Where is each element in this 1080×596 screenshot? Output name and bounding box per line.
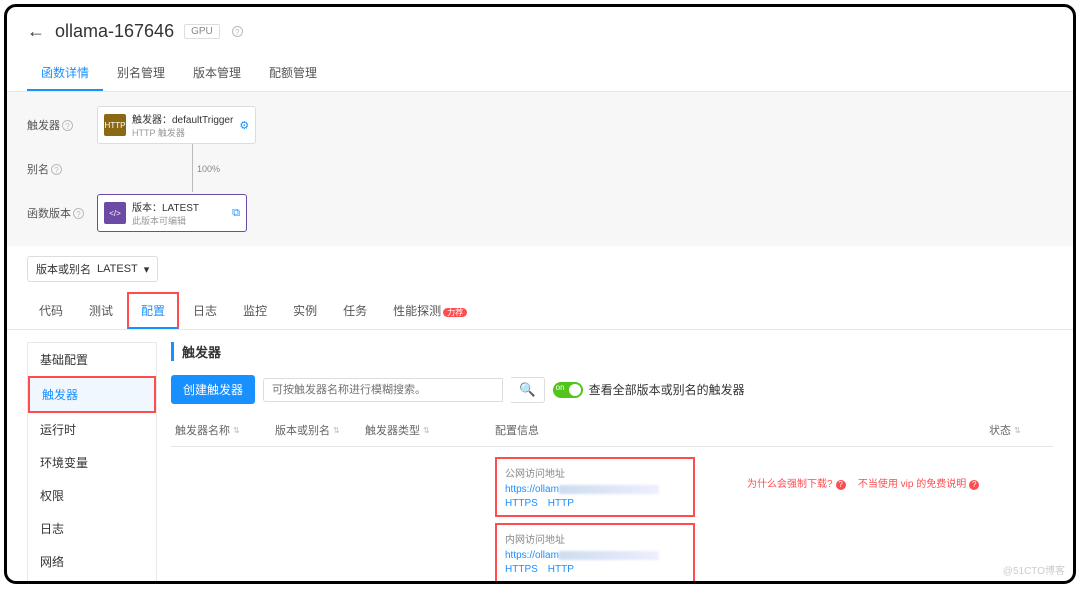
table-row: 公网访问地址 https://ollam HTTPS HTTP 内网访问地址 h… (171, 447, 1053, 584)
percentage-label: 100% (197, 164, 220, 174)
sort-icon[interactable]: ⇅ (333, 426, 340, 435)
sidebar-item-runtime[interactable]: 运行时 (28, 413, 156, 446)
tab-version-mgmt[interactable]: 版本管理 (179, 56, 255, 91)
new-badge: 力荐 (443, 308, 467, 317)
sidebar-item-basic[interactable]: 基础配置 (28, 343, 156, 376)
show-all-toggle[interactable]: 查看全部版本或别名的触发器 (553, 381, 745, 398)
search-button[interactable]: 🔍 (511, 377, 545, 403)
trigger-node-title: 触发器：defaultTrigger (132, 111, 233, 126)
subtab-monitor[interactable]: 监控 (231, 294, 279, 327)
trigger-label: 触发器 (27, 120, 60, 132)
intranet-url-box: 内网访问地址 https://ollam HTTPS HTTP (495, 523, 695, 583)
tab-alias-mgmt[interactable]: 别名管理 (103, 56, 179, 91)
proto-http[interactable]: HTTP (548, 564, 574, 575)
trigger-node-sub: HTTP 触发器 (132, 126, 233, 139)
subtab-instance[interactable]: 实例 (281, 294, 329, 327)
version-selector[interactable]: 版本或别名 LATEST ▾ (27, 256, 158, 282)
sidebar-item-log[interactable]: 日志 (28, 512, 156, 545)
http-icon: HTTP (104, 114, 126, 136)
search-input[interactable] (263, 378, 503, 402)
intranet-url-link[interactable]: https://ollam (505, 550, 559, 561)
sidebar-item-perm[interactable]: 权限 (28, 479, 156, 512)
sort-icon[interactable]: ⇅ (1014, 426, 1021, 435)
code-icon: </> (104, 202, 126, 224)
alias-label: 别名 (27, 164, 49, 176)
gpu-badge: GPU (184, 24, 220, 39)
subtab-log[interactable]: 日志 (181, 294, 229, 327)
tab-quota-mgmt[interactable]: 配额管理 (255, 56, 331, 91)
table-header: 触发器名称⇅ 版本或别名⇅ 触发器类型⇅ 配置信息 状态⇅ (171, 414, 1053, 447)
watermark: @51CTO博客 (1003, 562, 1065, 577)
warn-icon: ? (969, 480, 979, 490)
public-url-link[interactable]: https://ollam (505, 484, 559, 495)
proto-http[interactable]: HTTP (548, 498, 574, 509)
warn-icon: ? (836, 480, 846, 490)
page-title: ollama-167646 (55, 21, 174, 42)
subtab-code[interactable]: 代码 (27, 294, 75, 327)
help-icon[interactable]: ? (62, 120, 73, 131)
subtab-test[interactable]: 测试 (77, 294, 125, 327)
config-sidebar: 基础配置 触发器 运行时 环境变量 权限 日志 网络 存储 预留实例 (27, 342, 157, 584)
proto-https[interactable]: HTTPS (505, 498, 538, 509)
create-trigger-button[interactable]: 创建触发器 (171, 375, 255, 404)
tab-function-detail[interactable]: 函数详情 (27, 56, 103, 91)
sidebar-item-env[interactable]: 环境变量 (28, 446, 156, 479)
help-icon[interactable]: ? (232, 26, 243, 37)
sub-tabs: 代码 测试 配置 日志 监控 实例 任务 性能探测力荐 (7, 292, 1073, 330)
warn-link-1[interactable]: 为什么会强制下载? (747, 479, 833, 490)
trigger-node[interactable]: HTTP 触发器：defaultTrigger HTTP 触发器 ⚙ (97, 106, 256, 144)
version-node-sub: 此版本可编辑 (132, 214, 226, 227)
sidebar-item-trigger[interactable]: 触发器 (28, 376, 156, 413)
panel-title: 触发器 (171, 342, 1053, 361)
warn-link-2[interactable]: 不当使用 vip 的免费说明 (858, 479, 966, 490)
version-label: 函数版本 (27, 208, 71, 220)
chevron-down-icon: ▾ (144, 263, 150, 276)
subtab-config[interactable]: 配置 (127, 292, 179, 329)
main-tabs: 函数详情 别名管理 版本管理 配额管理 (7, 56, 1073, 92)
copy-icon[interactable]: ⧉ (232, 207, 240, 220)
sidebar-item-storage[interactable]: 存储 (28, 578, 156, 584)
diagram-area: 100% 触发器? HTTP 触发器：defaultTrigger HTTP 触… (7, 92, 1073, 246)
sort-icon[interactable]: ⇅ (423, 426, 430, 435)
help-icon[interactable]: ? (73, 208, 84, 219)
help-icon[interactable]: ? (51, 164, 62, 175)
version-node-title: 版本：LATEST (132, 199, 226, 214)
gear-icon[interactable]: ⚙ (239, 119, 249, 132)
proto-https[interactable]: HTTPS (505, 564, 538, 575)
public-url-box: 公网访问地址 https://ollam HTTPS HTTP (495, 457, 695, 517)
subtab-perf[interactable]: 性能探测力荐 (381, 294, 479, 327)
subtab-task[interactable]: 任务 (331, 294, 379, 327)
sidebar-item-network[interactable]: 网络 (28, 545, 156, 578)
back-arrow-icon[interactable]: ← (27, 21, 45, 42)
version-node[interactable]: </> 版本：LATEST 此版本可编辑 ⧉ (97, 194, 247, 232)
sort-icon[interactable]: ⇅ (233, 426, 240, 435)
